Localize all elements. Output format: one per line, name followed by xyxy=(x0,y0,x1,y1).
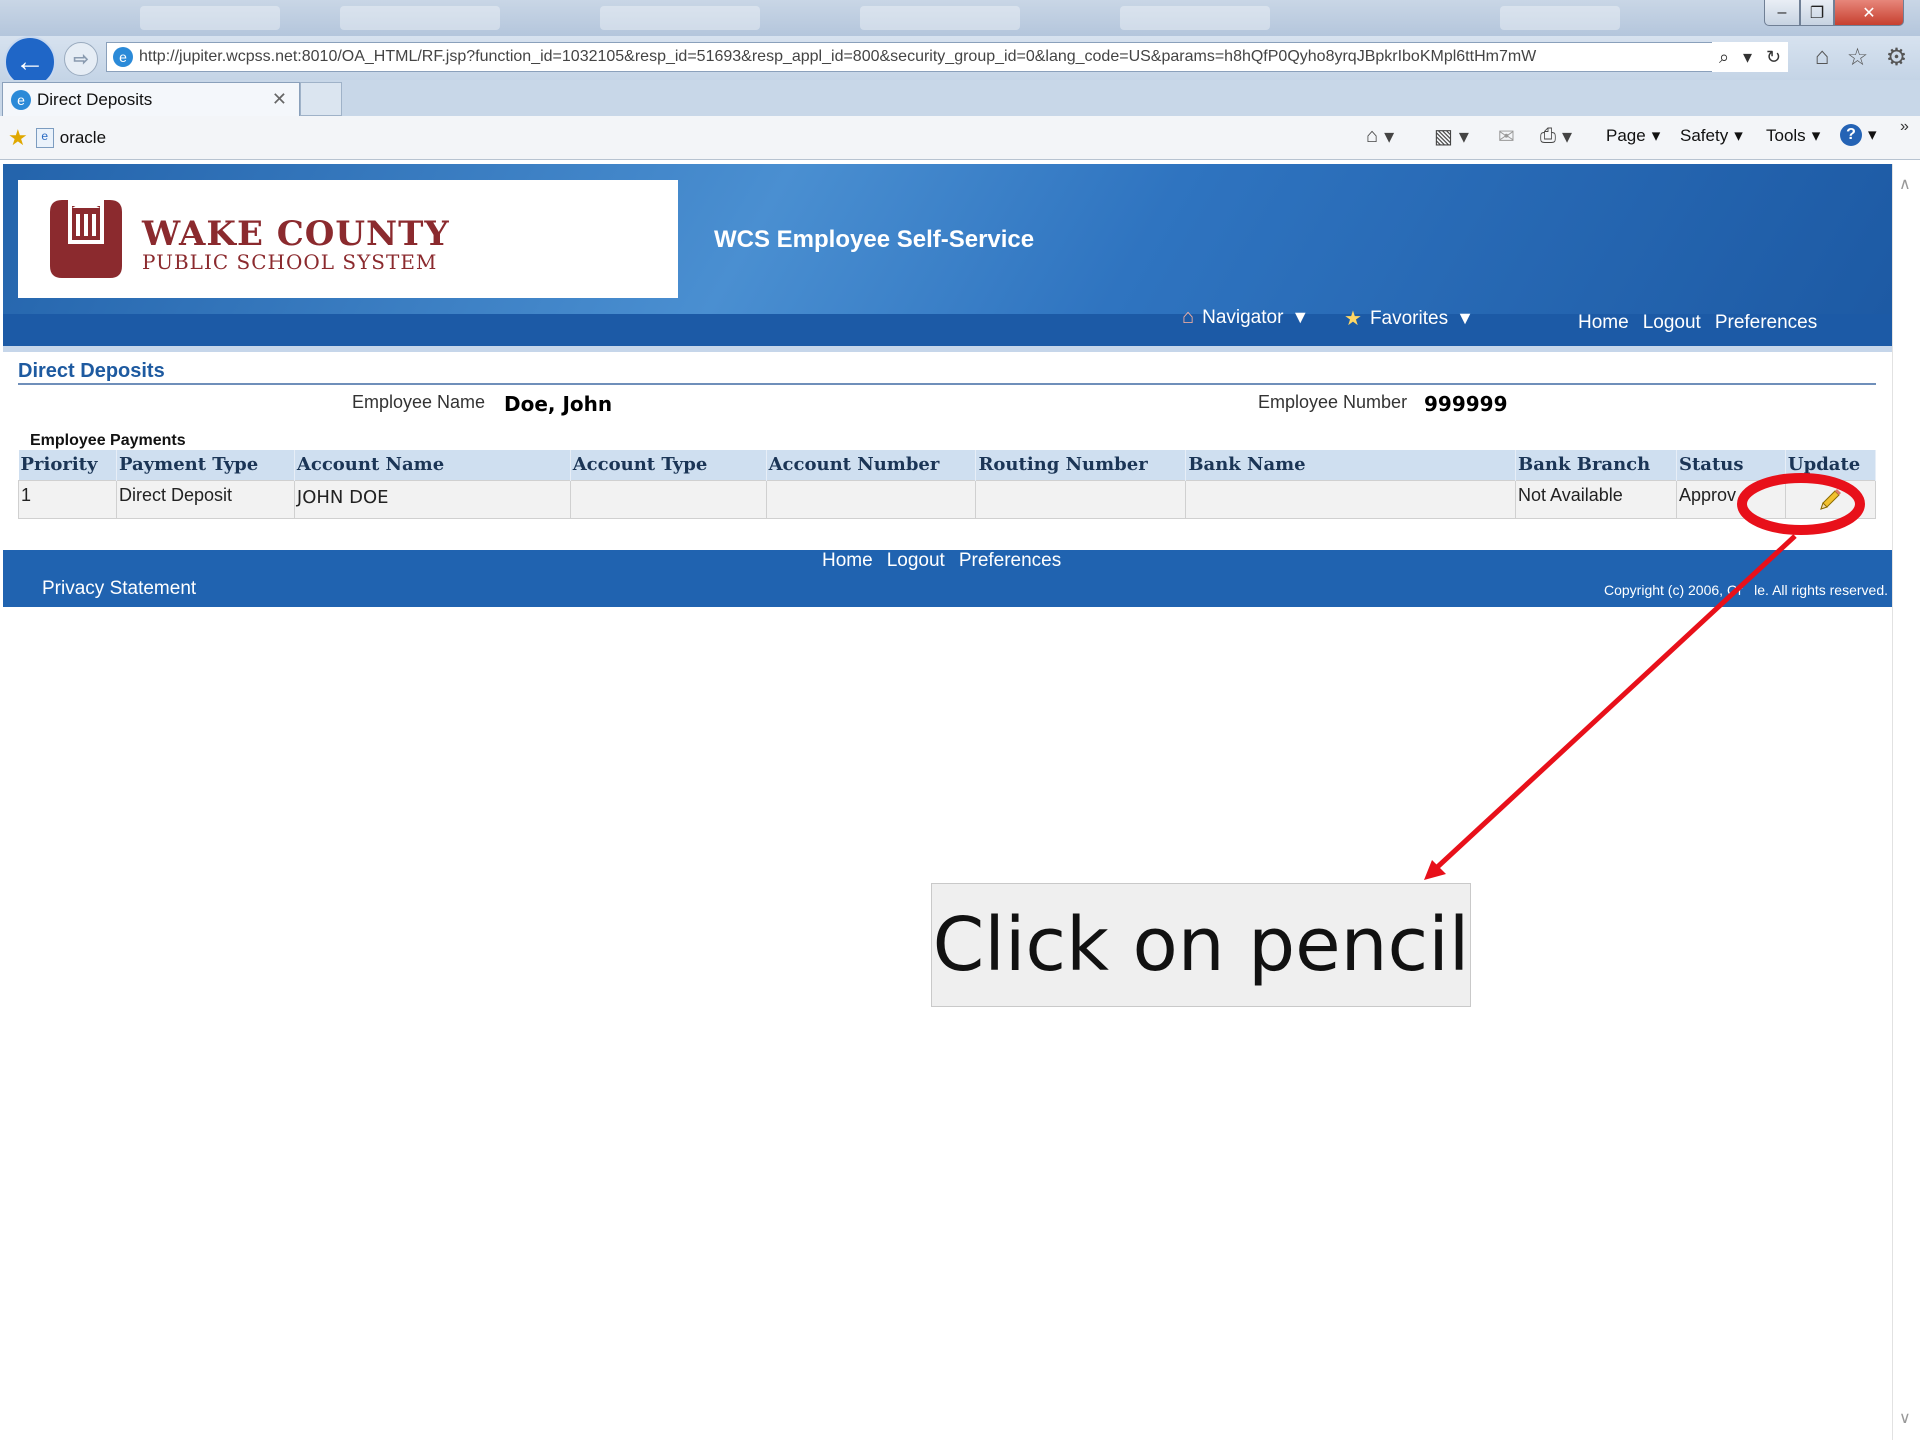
highlight-circle xyxy=(1737,473,1865,535)
callout-text: Click on pencil xyxy=(932,902,1470,988)
callout-box: Click on pencil xyxy=(931,883,1471,1007)
annotation-arrow-line xyxy=(1430,534,1797,874)
annotation-overlay xyxy=(1424,473,1865,880)
